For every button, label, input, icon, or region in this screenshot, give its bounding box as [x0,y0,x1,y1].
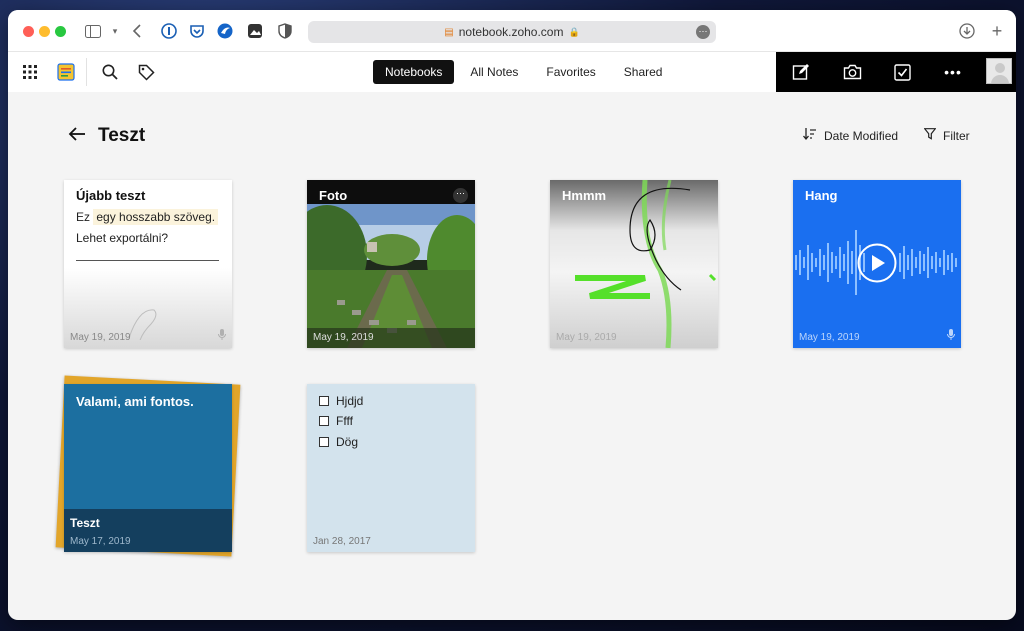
card-more-icon[interactable]: ⋯ [453,188,468,203]
minimize-window-button[interactable] [39,26,50,37]
browser-window: ▾ ▤ notebook.zoho.com 🔒 ⋯ + Notebooks Al… [8,10,1016,620]
note-date: May 19, 2019 [313,332,374,343]
note-title: Valami, ami fontos. [76,394,194,409]
note-text: Ez [76,210,91,224]
new-note-edit-icon[interactable] [791,62,811,82]
note-subtitle: Teszt [70,516,100,530]
checkbox[interactable] [319,437,329,447]
page-heading: Teszt [68,124,145,147]
note-date: Jan 28, 2017 [313,536,371,547]
search-icon[interactable] [100,62,120,82]
lock-icon: 🔒 [568,26,580,37]
tab-favorites[interactable]: Favorites [534,60,607,84]
sort-button[interactable]: Date Modified [803,128,898,143]
note-title: Foto [319,188,348,203]
tab-shared[interactable]: Shared [612,60,675,84]
note-date: May 19, 2019 [70,332,131,343]
checklist-item-label: Hjdjd [336,394,364,408]
play-icon[interactable] [857,243,897,283]
note-card[interactable]: Valami, ami fontos. Teszt May 17, 2019 [64,384,232,552]
sidebar-toggle-icon[interactable] [84,22,102,40]
sketch-card[interactable]: Hmmm May 19, 2019 [550,180,718,348]
extension-bird-icon[interactable] [216,22,234,40]
checklist-item: Ffff [319,414,353,428]
app-grid-icon[interactable] [20,62,40,82]
notebook-logo-icon[interactable] [56,62,76,82]
back-nav-icon[interactable] [128,22,146,40]
extension-image-icon[interactable] [246,22,264,40]
note-line: Ez egy hosszabb szöveg. [76,209,219,225]
note-title: Hmmm [562,188,607,203]
note-title: Hang [805,188,838,203]
tab-notebooks[interactable]: Notebooks [373,60,455,84]
note-date: May 19, 2019 [799,332,860,343]
back-arrow-icon[interactable] [68,124,86,147]
photo-card[interactable]: Foto ⋯ May 19, 2019 [307,180,475,348]
more-options-icon[interactable]: ••• [942,62,964,82]
tab-all-notes[interactable]: All Notes [458,60,530,84]
checkbox[interactable] [319,396,329,406]
checklist-item-label: Dög [336,435,359,449]
note-highlighted-text: egy hosszabb szöveg. [93,209,219,225]
checklist-item: Hjdjd [319,394,363,408]
note-title: Újabb teszt [76,188,146,203]
new-tab-icon[interactable]: + [988,21,1006,41]
checklist-item-label: Ffff [336,414,353,428]
sketch-drawing [575,180,717,348]
address-bar[interactable]: ▤ notebook.zoho.com 🔒 ⋯ [308,21,716,43]
view-tabs: Notebooks All Notes Favorites Shared [373,60,674,84]
app-header: Notebooks All Notes Favorites Shared ••• [8,52,1016,92]
note-date: May 17, 2019 [70,536,131,547]
downloads-icon[interactable] [958,22,976,40]
create-toolbar: ••• [776,52,1016,92]
avatar[interactable] [986,58,1012,84]
note-divider [76,260,219,261]
chevron-down-icon[interactable]: ▾ [106,22,124,40]
header-divider [86,58,87,86]
sort-label: Date Modified [824,128,899,143]
camera-icon[interactable] [842,62,862,82]
url-text: notebook.zoho.com [458,25,564,39]
sort-icon [803,128,817,143]
zoom-window-button[interactable] [55,26,66,37]
filter-icon [923,128,937,143]
page-title: Teszt [98,124,146,146]
microphone-icon [218,329,226,343]
microphone-icon [947,329,955,343]
site-favicon-icon: ▤ [444,26,454,38]
shield-icon[interactable] [276,22,294,40]
password-manager-icon[interactable] [160,22,178,40]
audio-card[interactable]: Hang May 19, 2019 [793,180,961,348]
page-actions-icon[interactable]: ⋯ [696,25,710,39]
note-line: Lehet exportálni? [76,231,169,245]
garden-photo [307,200,475,348]
checklist-icon[interactable] [892,62,912,82]
pocket-icon[interactable] [188,22,206,40]
close-window-button[interactable] [23,26,34,37]
note-card[interactable]: Újabb teszt Ez egy hosszabb szöveg. Lehe… [64,180,232,348]
browser-toolbar: ▾ ▤ notebook.zoho.com 🔒 ⋯ + [8,10,1016,52]
note-date: May 19, 2019 [556,332,617,343]
checklist-item: Dög [319,435,358,449]
checkbox[interactable] [319,416,329,426]
tag-icon[interactable] [136,62,156,82]
checklist-card[interactable]: Hjdjd Ffff Dög Jan 28, 2017 [307,384,475,552]
filter-button[interactable]: Filter [923,128,970,143]
filter-label: Filter [943,128,970,143]
